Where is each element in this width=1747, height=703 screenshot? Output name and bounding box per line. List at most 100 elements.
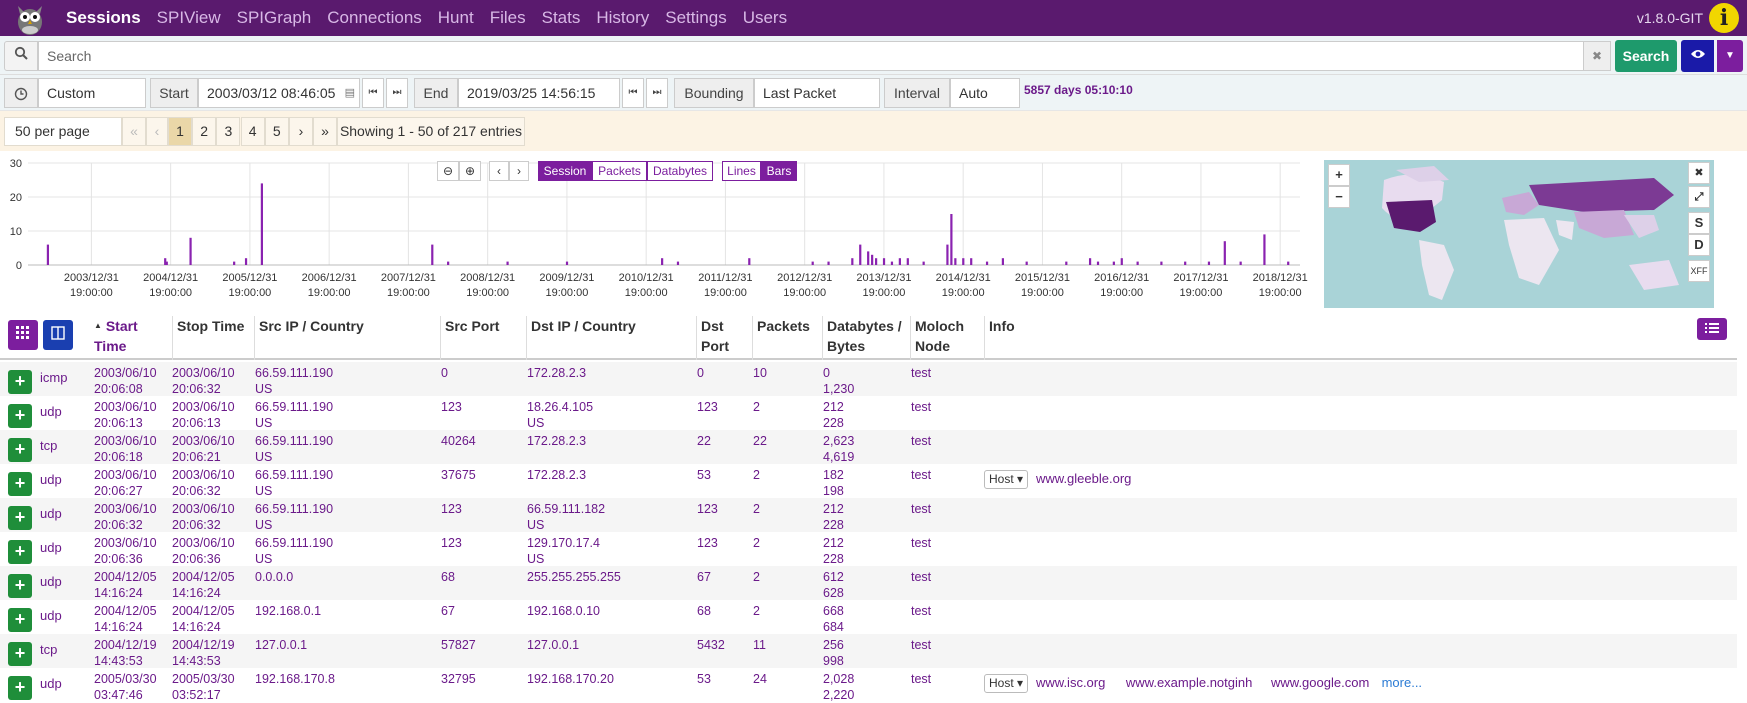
dst-ip-cell[interactable]: 192.168.170.20 <box>527 671 614 687</box>
col-header-moloch-node[interactable]: Moloch Node <box>910 316 984 360</box>
next-page-button[interactable]: › <box>289 117 313 146</box>
col-header-src-port[interactable]: Src Port <box>440 316 526 360</box>
nav-item-spiview[interactable]: SPIView <box>149 0 229 36</box>
dst-port-cell[interactable]: 68 <box>697 603 711 619</box>
col-header-databytes[interactable]: Databytes / Bytes <box>822 316 910 360</box>
per-page-select[interactable]: 50 per page <box>4 117 122 146</box>
map-dst-toggle[interactable]: D <box>1688 234 1710 256</box>
col-header-stop-time[interactable]: Stop Time <box>172 316 254 360</box>
nav-item-settings[interactable]: Settings <box>657 0 734 36</box>
src-ip-cell[interactable]: 66.59.111.190 US <box>255 501 333 533</box>
dst-port-cell[interactable]: 123 <box>697 535 718 551</box>
clear-search-icon[interactable]: ✖ <box>1583 41 1611 71</box>
src-ip-cell[interactable]: 66.59.111.190 US <box>255 467 333 499</box>
dst-ip-cell[interactable]: 18.26.4.105 US <box>527 399 593 431</box>
first-page-button[interactable]: « <box>122 117 146 146</box>
expand-row-plus-icon[interactable]: + <box>8 438 32 462</box>
dst-ip-cell[interactable]: 66.59.111.182 US <box>527 501 605 533</box>
zoom-out-icon[interactable]: ⊖ <box>437 161 459 181</box>
dst-port-cell[interactable]: 53 <box>697 671 711 687</box>
expand-row-plus-icon[interactable]: + <box>8 574 32 598</box>
search-button[interactable]: Search <box>1615 40 1677 72</box>
dst-port-cell[interactable]: 67 <box>697 569 711 585</box>
src-port-cell[interactable]: 37675 <box>441 467 476 483</box>
src-ip-cell[interactable]: 192.168.0.1 <box>255 603 321 619</box>
dst-port-cell[interactable]: 5432 <box>697 637 725 653</box>
table-row[interactable]: + tcp 2004/12/19 14:43:53 2004/12/19 14:43:… <box>0 634 1737 668</box>
expand-row-plus-icon[interactable]: + <box>8 404 32 428</box>
col-header-info[interactable]: Info <box>984 316 1584 360</box>
moloch-owl-logo[interactable] <box>12 0 48 36</box>
nav-item-files[interactable]: Files <box>482 0 534 36</box>
col-header-dst-ip[interactable]: Dst IP / Country <box>526 316 696 360</box>
table-row[interactable]: + udp 2003/06/10 20:06:36 2003/06/10 20:06:… <box>0 532 1737 566</box>
grid-columns-icon[interactable] <box>8 320 38 350</box>
more-hosts-link[interactable]: more... <box>1382 675 1422 691</box>
dst-port-cell[interactable]: 0 <box>697 365 704 381</box>
expand-row-plus-icon[interactable]: + <box>8 642 32 666</box>
src-ip-cell[interactable]: 192.168.170.8 <box>255 671 335 687</box>
prev-page-button[interactable]: ‹ <box>146 117 168 146</box>
page-1-button[interactable]: 1 <box>168 117 192 146</box>
nav-item-users[interactable]: Users <box>735 0 795 36</box>
pan-right-icon[interactable]: › <box>509 161 529 181</box>
table-row[interactable]: + tcp 2003/06/10 20:06:18 2003/06/10 20:06:… <box>0 430 1737 464</box>
src-ip-cell[interactable]: 66.59.111.190 US <box>255 535 333 567</box>
expand-row-plus-icon[interactable]: + <box>8 540 32 564</box>
map-close-icon[interactable]: ✖ <box>1688 162 1710 184</box>
graph-packets-button[interactable]: Packets <box>592 161 647 181</box>
src-port-cell[interactable]: 67 <box>441 603 455 619</box>
start-time-input[interactable]: 2003/03/12 08:46:05 ▤ <box>198 78 360 108</box>
page-2-button[interactable]: 2 <box>192 117 217 146</box>
last-page-button[interactable]: » <box>313 117 337 146</box>
pan-left-icon[interactable]: ‹ <box>489 161 509 181</box>
src-ip-cell[interactable]: 66.59.111.190 US <box>255 399 333 431</box>
src-port-cell[interactable]: 0 <box>441 365 448 381</box>
nav-item-stats[interactable]: Stats <box>534 0 589 36</box>
col-header-start-time[interactable]: ▲ Start Time <box>90 316 172 360</box>
src-ip-cell[interactable]: 0.0.0.0 <box>255 569 293 585</box>
world-map[interactable]: + − ✖ ⤢ S D XFF <box>1324 160 1714 308</box>
end-prev-icon[interactable]: ⏮ <box>622 78 644 108</box>
host-link[interactable]: www.isc.org <box>1036 675 1105 691</box>
map-expand-icon[interactable]: ⤢ <box>1688 186 1710 208</box>
bounding-select[interactable]: Last Packet <box>754 78 880 108</box>
src-ip-cell[interactable]: 66.59.111.190 US <box>255 433 333 465</box>
end-next-icon[interactable]: ⏭ <box>646 78 668 108</box>
dst-ip-cell[interactable]: 129.170.17.4 US <box>527 535 600 567</box>
map-zoom-out-icon[interactable]: − <box>1328 186 1350 208</box>
nav-item-hunt[interactable]: Hunt <box>430 0 482 36</box>
info-column-menu-icon[interactable] <box>1697 318 1727 340</box>
src-ip-cell[interactable]: 66.59.111.190 US <box>255 365 333 397</box>
table-row[interactable]: + udp 2003/06/10 20:06:27 2003/06/10 20:06:… <box>0 464 1737 498</box>
nav-item-history[interactable]: History <box>588 0 657 36</box>
src-port-cell[interactable]: 57827 <box>441 637 476 653</box>
nav-item-spigraph[interactable]: SPIGraph <box>229 0 320 36</box>
dst-port-cell[interactable]: 123 <box>697 501 718 517</box>
expand-row-plus-icon[interactable]: + <box>8 370 32 394</box>
src-port-cell[interactable]: 32795 <box>441 671 476 687</box>
expand-row-plus-icon[interactable]: + <box>8 608 32 632</box>
map-zoom-in-icon[interactable]: + <box>1328 164 1350 186</box>
dst-port-cell[interactable]: 123 <box>697 399 718 415</box>
start-prev-icon[interactable]: ⏮ <box>362 78 384 108</box>
col-header-src-ip[interactable]: Src IP / Country <box>254 316 440 360</box>
col-header-packets[interactable]: Packets <box>752 316 822 360</box>
nav-item-connections[interactable]: Connections <box>319 0 430 36</box>
page-5-button[interactable]: 5 <box>264 117 289 146</box>
host-link[interactable]: www.gleeble.org <box>1036 471 1131 487</box>
column-layout-icon[interactable] <box>43 320 73 350</box>
graph-databytes-button[interactable]: Databytes <box>647 161 713 181</box>
dst-port-cell[interactable]: 53 <box>697 467 711 483</box>
table-row[interactable]: + udp 2005/03/30 03:47:46 2005/03/30 03:52:… <box>0 668 1737 702</box>
table-row[interactable]: + udp 2004/12/05 14:16:24 2004/12/05 14:16:… <box>0 566 1737 600</box>
info-icon[interactable]: i <box>1709 3 1739 33</box>
start-next-icon[interactable]: ⏭ <box>386 78 408 108</box>
host-field-select[interactable]: Host ▾ <box>984 470 1029 489</box>
dst-ip-cell[interactable]: 192.168.0.10 <box>527 603 600 619</box>
dst-ip-cell[interactable]: 172.28.2.3 <box>527 365 586 381</box>
views-dropdown-caret-icon[interactable]: ▼ <box>1717 40 1743 72</box>
search-input[interactable] <box>38 41 1598 71</box>
table-row[interactable]: + udp 2003/06/10 20:06:13 2003/06/10 20:06:… <box>0 396 1737 430</box>
src-port-cell[interactable]: 68 <box>441 569 455 585</box>
